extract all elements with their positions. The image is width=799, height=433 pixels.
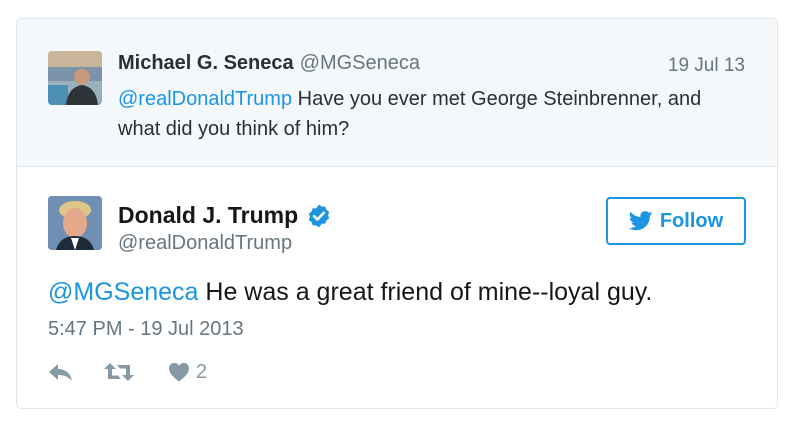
author-name[interactable]: Donald J. Trump (118, 202, 298, 229)
tweet-text: @MGSeneca He was a great friend of mine-… (48, 278, 652, 307)
tweet-text: @realDonaldTrump Have you ever met Georg… (118, 84, 738, 144)
tweet-actions: 2 (48, 359, 207, 385)
avatar[interactable] (48, 196, 102, 250)
mention-link[interactable]: @MGSeneca (48, 278, 198, 306)
reply-button[interactable] (48, 361, 74, 383)
mention-link[interactable]: @realDonaldTrump (118, 88, 292, 110)
twitter-bird-icon (628, 211, 653, 231)
tweet-timestamp[interactable]: 5:47 PM - 19 Jul 2013 (48, 318, 244, 341)
tweet-embed-card: Michael G. Seneca @MGSeneca 19 Jul 13 @re… (16, 18, 778, 409)
like-count: 2 (196, 360, 208, 383)
author-handle[interactable]: @MGSeneca (300, 52, 420, 74)
parent-tweet-header: Michael G. Seneca @MGSeneca (118, 52, 420, 75)
verified-badge-icon (306, 203, 332, 229)
reply-icon (49, 364, 72, 381)
author-name-row: Donald J. Trump (118, 202, 332, 229)
follow-button[interactable]: Follow (606, 197, 746, 245)
retweet-button[interactable] (74, 361, 134, 383)
follow-label: Follow (659, 209, 724, 232)
retweet-icon (104, 363, 134, 381)
tweet-body: He was a great friend of mine--loyal guy… (198, 278, 653, 306)
avatar[interactable] (48, 51, 102, 105)
parent-tweet[interactable]: Michael G. Seneca @MGSeneca 19 Jul 13 @re… (17, 19, 777, 167)
author-handle[interactable]: @realDonaldTrump (118, 232, 292, 255)
author-name[interactable]: Michael G. Seneca (118, 52, 294, 74)
tweet-date[interactable]: 19 Jul 13 (668, 55, 745, 77)
like-button[interactable]: 2 (168, 361, 207, 384)
heart-icon (169, 362, 189, 382)
